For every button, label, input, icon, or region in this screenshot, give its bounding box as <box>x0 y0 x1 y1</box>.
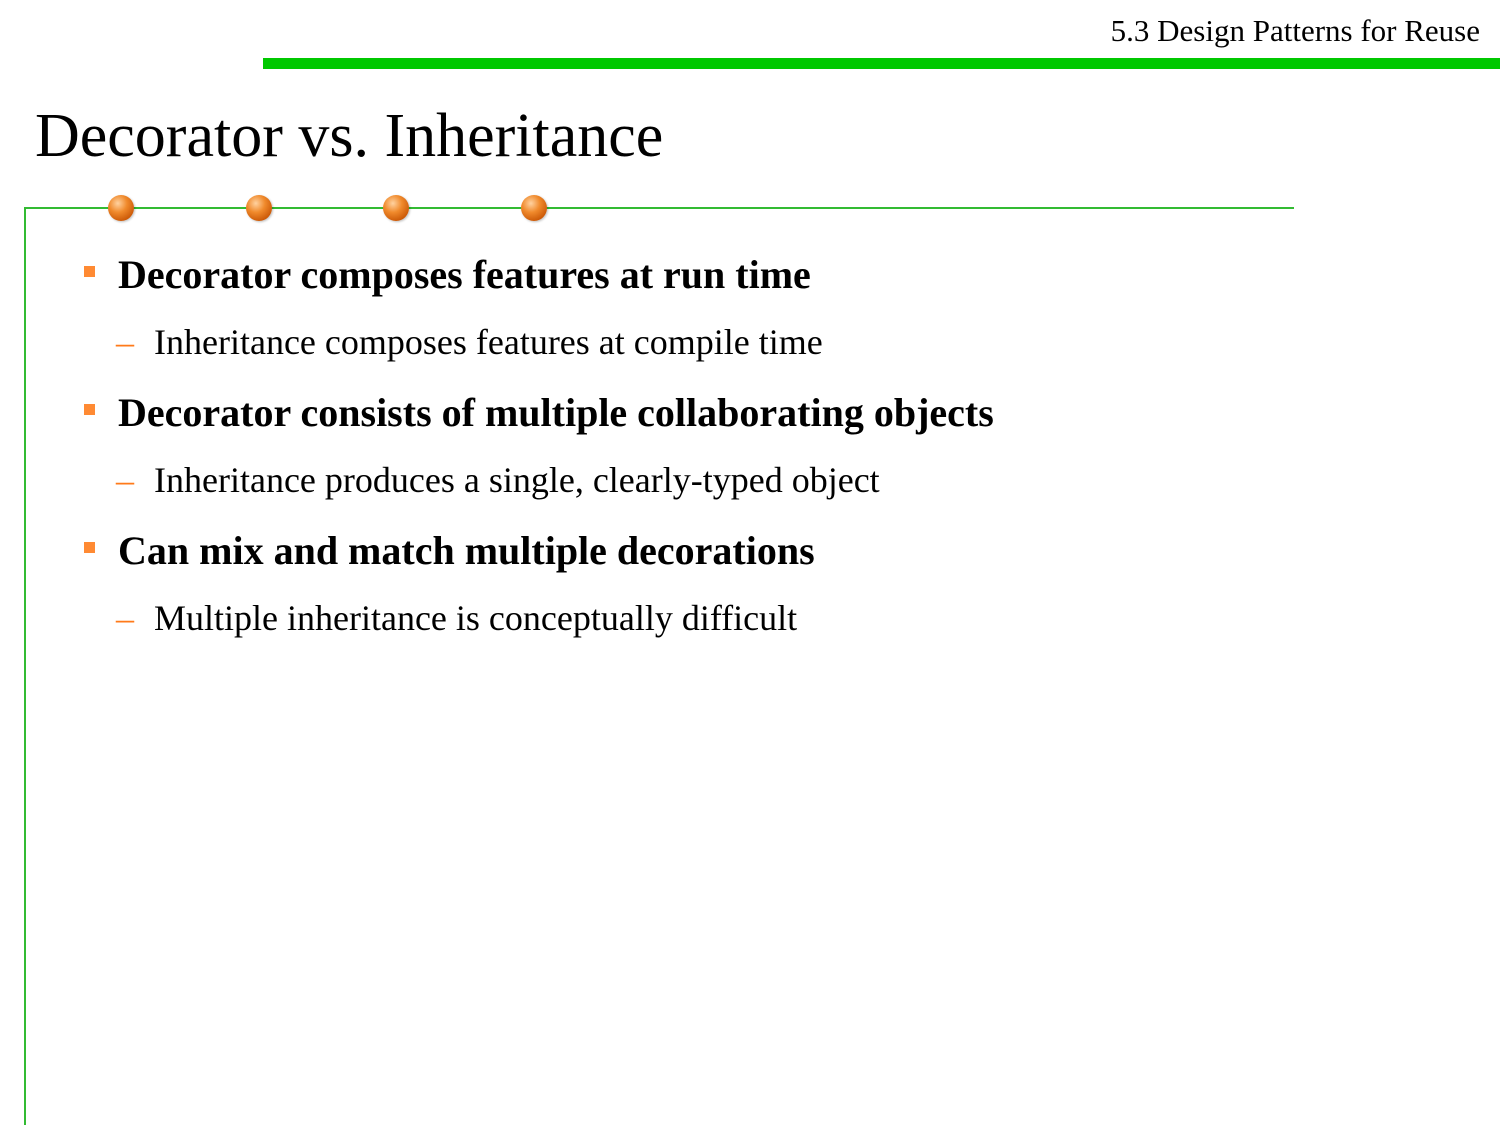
bullet-text-3: Can mix and match multiple decorations <box>118 528 815 573</box>
bullet-square-3 <box>84 542 95 553</box>
sub-bullet-text-3: Multiple inheritance is conceptually dif… <box>154 598 798 638</box>
header-accent-bar <box>263 58 1500 69</box>
bullet-square-2 <box>84 404 95 415</box>
sub-bullet-dash-1: – <box>116 322 134 362</box>
sub-bullet-text-2: Inheritance produces a single, clearly-t… <box>154 460 880 500</box>
bullet-square-1 <box>84 266 95 277</box>
section-header: 5.3 Design Patterns for Reuse <box>1110 13 1480 48</box>
decorative-dot-2 <box>246 195 272 221</box>
decorative-dot-3 <box>383 195 409 221</box>
sub-bullet-dash-3: – <box>116 598 134 638</box>
sub-bullet-text-1: Inheritance composes features at compile… <box>154 322 823 362</box>
frame-left-line <box>24 207 26 1125</box>
sub-bullet-dash-2: – <box>116 460 134 500</box>
slide-title: Decorator vs. Inheritance <box>35 102 664 170</box>
decorative-dot-1 <box>108 195 134 221</box>
bullet-text-1: Decorator composes features at run time <box>118 252 811 297</box>
bullet-text-2: Decorator consists of multiple collabora… <box>118 390 994 435</box>
frame-top-line <box>24 207 1294 209</box>
decorative-dot-4 <box>521 195 547 221</box>
